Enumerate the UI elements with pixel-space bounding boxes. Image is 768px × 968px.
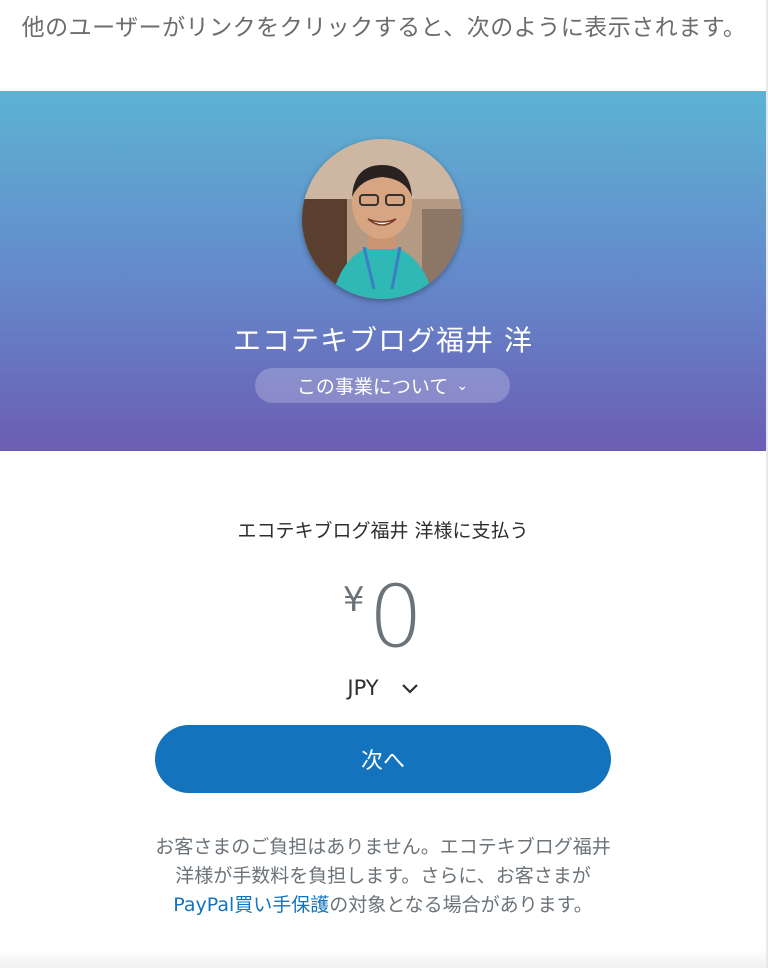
fee-note-text-before: お客さまのご負担はありません。エコテキブログ福井 洋様が手数料を負担します。さら… [155, 836, 611, 887]
amount-value: 0 [368, 567, 424, 667]
intro-text: 他のユーザーがリンクをクリックすると、次のように表示されます。 [21, 15, 747, 41]
currency-symbol: ¥ [342, 580, 365, 620]
about-business-button[interactable]: この事業について ⌄ [255, 368, 510, 403]
next-button[interactable]: 次へ [155, 725, 611, 793]
fee-note: お客さまのご負担はありません。エコテキブログ福井 洋様が手数料を負担します。さら… [150, 833, 616, 920]
amount-display[interactable]: ¥0 [0, 572, 766, 662]
merchant-avatar [302, 139, 462, 299]
fee-note-text-after: の対象となる場合があります。 [329, 894, 593, 916]
chevron-down-icon [401, 679, 419, 700]
bottom-fade [0, 950, 766, 968]
chevron-down-icon: ⌄ [456, 377, 469, 394]
currency-selector[interactable]: JPY [0, 676, 766, 700]
pay-to-label: エコテキブログ福井 洋様に支払う [237, 520, 529, 542]
merchant-name: エコテキブログ福井 洋 [233, 324, 533, 357]
merchant-header: エコテキブログ福井 洋 この事業について ⌄ [0, 91, 766, 451]
avatar-photo [302, 139, 462, 299]
about-business-label: この事業について [296, 376, 449, 398]
buyer-protection-link[interactable]: PayPal買い手保護 [173, 894, 329, 916]
currency-code: JPY [347, 676, 379, 700]
